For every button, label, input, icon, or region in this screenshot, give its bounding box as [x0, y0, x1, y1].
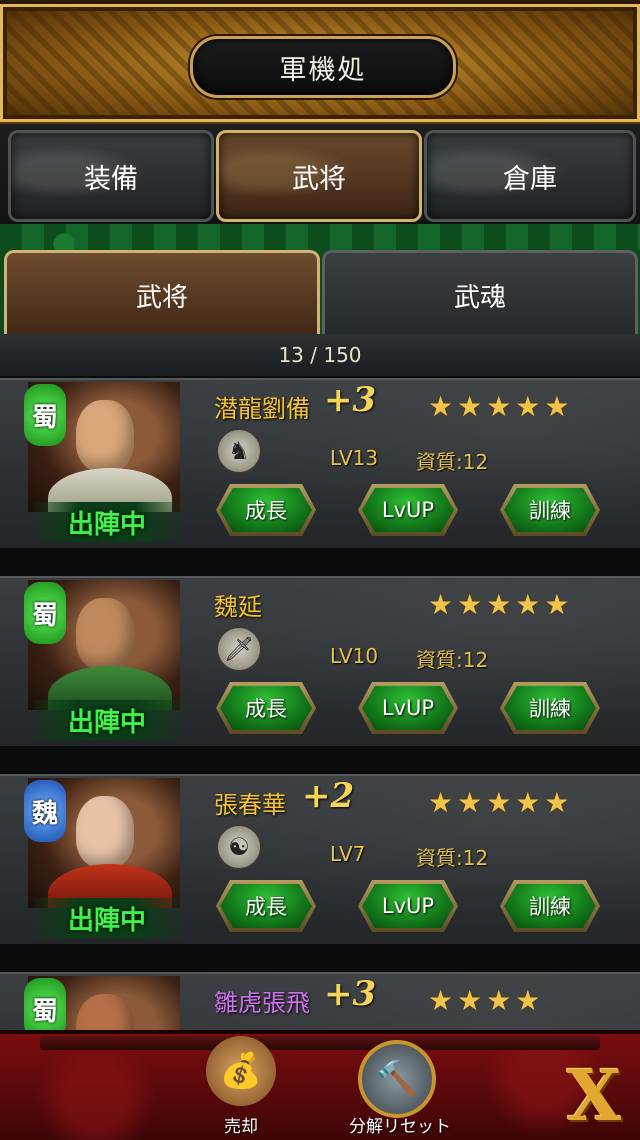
- kingdom-badge: 蜀: [24, 978, 66, 1030]
- star-rating: ★★★★★: [428, 786, 574, 819]
- upgrade-level: +3: [324, 380, 377, 420]
- deployed-status: 出陣中: [34, 502, 180, 542]
- star-rating: ★★★★: [428, 984, 545, 1017]
- subtab-soul[interactable]: 武魂: [322, 250, 638, 337]
- level-text: LV7: [330, 842, 366, 866]
- quality-text: 資質:12: [416, 450, 489, 474]
- general-card[interactable]: 蜀 出陣中 魏延 ★★★★★ 🗡 LV10 資質:12 成長 LvUP 訓練: [0, 576, 640, 752]
- subtab-generals[interactable]: 武将: [4, 250, 320, 337]
- deployed-status: 出陣中: [34, 898, 180, 938]
- general-name: 潜龍劉備: [214, 394, 310, 423]
- general-name: 張春華: [214, 790, 286, 819]
- general-name: 雛虎張飛: [214, 988, 310, 1017]
- tab-warehouse[interactable]: 倉庫: [424, 130, 636, 222]
- header-banner: 軍機処: [0, 0, 640, 128]
- upgrade-level: +3: [324, 974, 377, 1014]
- general-count: 13 / 150: [0, 334, 640, 376]
- general-card[interactable]: 魏 出陣中 張春華 +2 ★★★★★ ☯ LV7 資質:12 成長 LvUP 訓…: [0, 774, 640, 950]
- quality-text: 資質:12: [416, 648, 489, 672]
- money-bag-icon[interactable]: 💰: [206, 1036, 276, 1106]
- upgrade-level: +2: [302, 776, 355, 816]
- grow-button[interactable]: 成長: [216, 880, 316, 932]
- general-list[interactable]: 13 / 150 蜀 出陣中 潜龍劉備 +3 ★★★★★ ♞ LV13 資質:1…: [0, 334, 640, 1030]
- kingdom-badge: 魏: [24, 780, 66, 842]
- close-icon[interactable]: X: [556, 1054, 632, 1137]
- bottom-bar: [0, 1030, 640, 1140]
- star-rating: ★★★★★: [428, 390, 574, 423]
- general-card[interactable]: 蜀 雛虎張飛 +3 ★★★★: [0, 972, 640, 1030]
- sword-icon: 🗡: [216, 626, 262, 672]
- tab-equipment[interactable]: 装備: [8, 130, 214, 222]
- deployed-status: 出陣中: [34, 700, 180, 740]
- main-tabs: 装備 武将 倉庫: [0, 124, 640, 224]
- tab-generals[interactable]: 武将: [216, 130, 422, 222]
- yin-yang-icon: ☯: [216, 824, 262, 870]
- levelup-button[interactable]: LvUP: [358, 484, 458, 536]
- general-card[interactable]: 蜀 出陣中 潜龍劉備 +3 ★★★★★ ♞ LV13 資質:12 成長 LvUP…: [0, 378, 640, 554]
- sell-label[interactable]: 売却: [208, 1112, 274, 1137]
- grow-button[interactable]: 成長: [216, 682, 316, 734]
- train-button[interactable]: 訓練: [500, 682, 600, 734]
- sub-tabs: 武将 武魂: [0, 250, 640, 337]
- train-button[interactable]: 訓練: [500, 484, 600, 536]
- train-button[interactable]: 訓練: [500, 880, 600, 932]
- star-rating: ★★★★★: [428, 588, 574, 621]
- kingdom-badge: 蜀: [24, 384, 66, 446]
- grow-button[interactable]: 成長: [216, 484, 316, 536]
- reset-label[interactable]: 分解リセット: [344, 1112, 456, 1137]
- hammer-icon[interactable]: 🔨: [358, 1040, 436, 1118]
- horse-icon: ♞: [216, 428, 262, 474]
- page-title: 軍機処: [190, 36, 456, 98]
- levelup-button[interactable]: LvUP: [358, 682, 458, 734]
- general-name: 魏延: [214, 592, 262, 621]
- kingdom-badge: 蜀: [24, 582, 66, 644]
- levelup-button[interactable]: LvUP: [358, 880, 458, 932]
- level-text: LV10: [330, 644, 379, 668]
- level-text: LV13: [330, 446, 379, 470]
- quality-text: 資質:12: [416, 846, 489, 870]
